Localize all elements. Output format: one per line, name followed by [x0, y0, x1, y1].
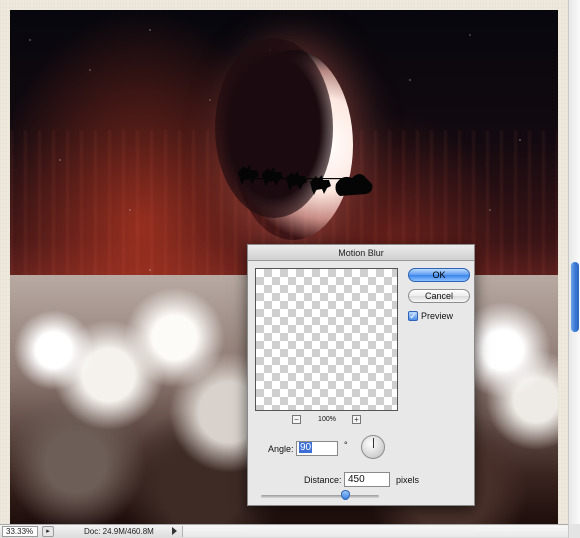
dialog-title[interactable]: Motion Blur: [248, 245, 474, 261]
angle-dial[interactable]: [361, 435, 385, 459]
vertical-scrollbar[interactable]: [568, 0, 580, 524]
distance-label: Distance:: [304, 475, 342, 485]
preview-zoom-level: 100%: [318, 416, 336, 423]
angle-input-value: 90: [299, 442, 313, 453]
angle-label: Angle:: [268, 444, 294, 454]
zoom-level-field[interactable]: 33.33%: [2, 526, 38, 537]
status-menu-arrow-icon[interactable]: [172, 527, 177, 535]
distance-unit-label: pixels: [396, 475, 420, 485]
resize-grip[interactable]: [568, 524, 580, 538]
preview-zoom-in-button[interactable]: +: [352, 415, 361, 424]
preview-checkbox-row[interactable]: ✓ Preview: [408, 311, 453, 321]
document-size: Doc: 24.9M/460.8M: [84, 527, 154, 536]
status-bar: 33.33% ▸ Doc: 24.9M/460.8M: [0, 524, 568, 538]
preview-zoom-out-button[interactable]: −: [292, 415, 301, 424]
ok-button[interactable]: OK: [408, 268, 470, 282]
distance-slider-track[interactable]: [261, 495, 379, 498]
filter-preview[interactable]: [255, 268, 398, 411]
distance-input[interactable]: 450: [344, 472, 390, 487]
status-options-icon[interactable]: ▸: [42, 526, 54, 537]
degree-symbol: °: [344, 440, 348, 450]
cancel-button[interactable]: Cancel: [408, 289, 470, 303]
angle-input[interactable]: 90: [296, 441, 338, 456]
horizontal-scrollbar[interactable]: [182, 526, 568, 537]
distance-slider-thumb[interactable]: [340, 490, 350, 500]
vertical-scroll-thumb[interactable]: [571, 262, 579, 332]
preview-checkbox[interactable]: ✓: [408, 311, 418, 321]
sleigh-silhouette-icon: [238, 165, 373, 196]
motion-blur-dialog: Motion Blur − 100% + OK Cancel ✓ Preview…: [247, 244, 475, 506]
preview-checkbox-label: Preview: [421, 311, 454, 321]
